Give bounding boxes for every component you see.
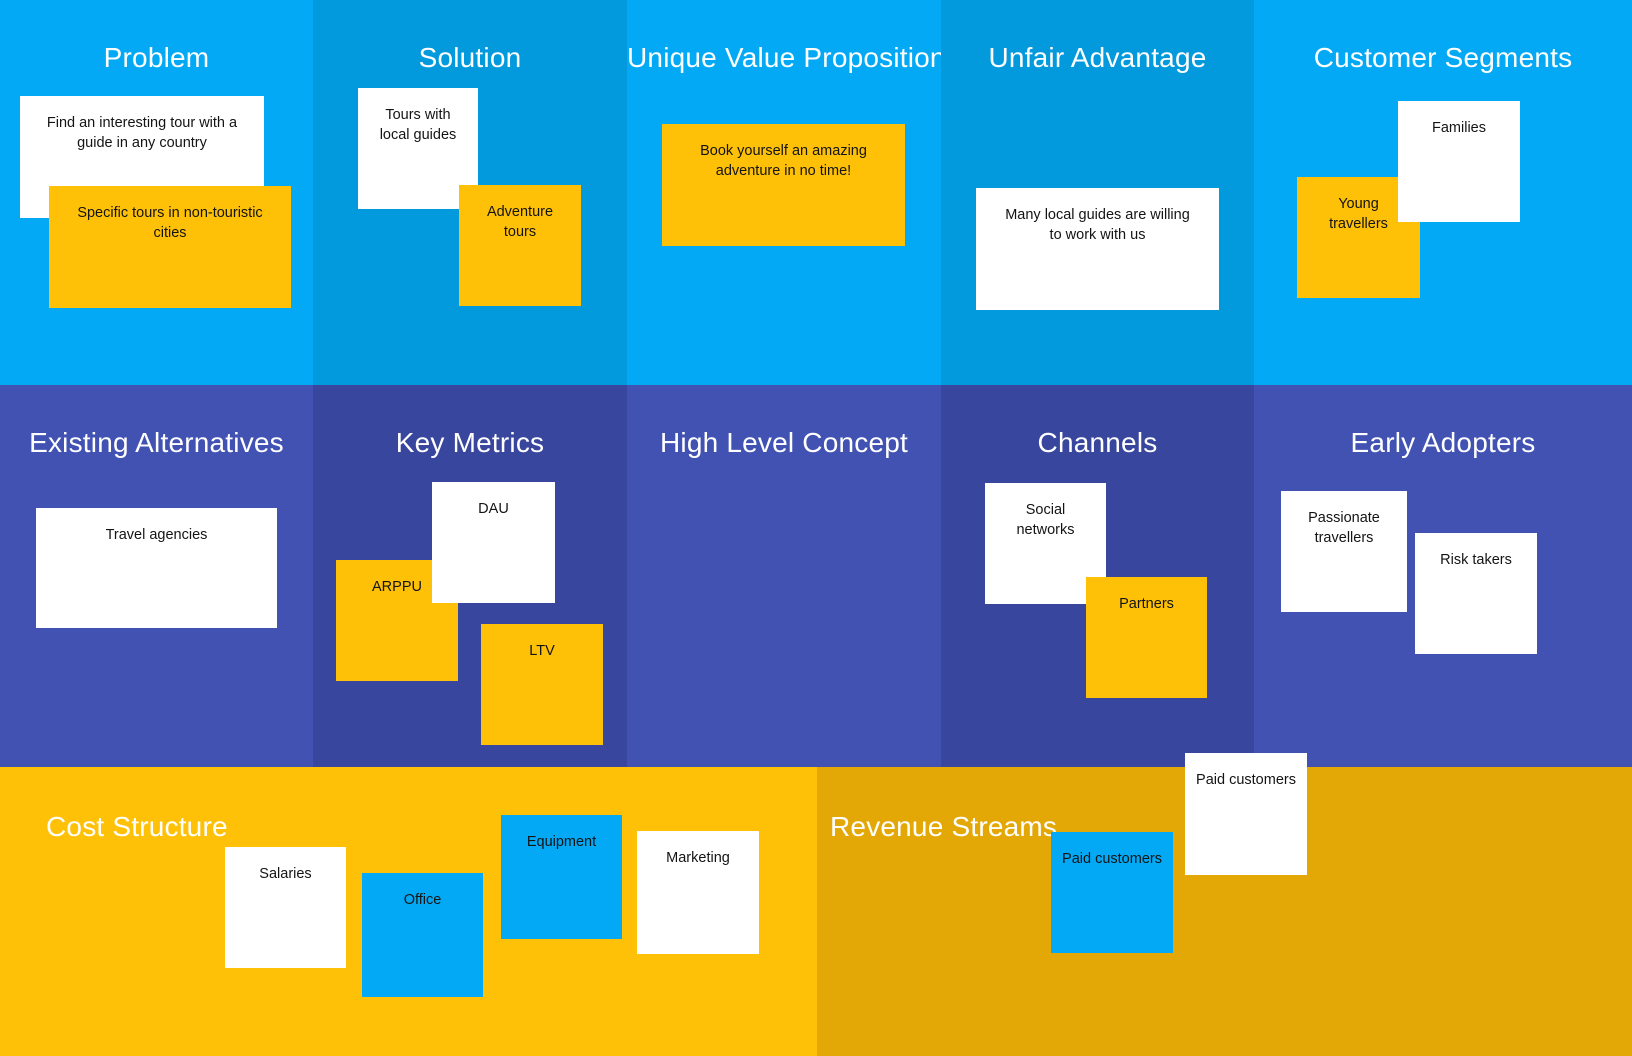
note-text: Adventure tours bbox=[486, 204, 554, 240]
panel-title-high-level-concept: High Level Concept bbox=[660, 427, 908, 458]
panel-title-existing-alternatives: Existing Alternatives bbox=[29, 427, 284, 458]
panel-title-problem: Problem bbox=[103, 42, 210, 73]
note-card[interactable]: Passionate travellers bbox=[1281, 491, 1407, 612]
note-text: Office bbox=[403, 892, 442, 908]
note-text: Partners bbox=[1119, 596, 1174, 612]
note-text: Book yourself an amazing adventure in no… bbox=[700, 143, 867, 179]
note-text: Paid customers bbox=[1196, 772, 1296, 788]
note-card[interactable]: Paid customers bbox=[1051, 832, 1173, 953]
panel-title-early-adopters: Early Adopters bbox=[1350, 427, 1536, 458]
note-card[interactable]: Families bbox=[1398, 101, 1520, 222]
note-text: Social networks bbox=[1016, 502, 1075, 538]
note-card[interactable]: Paid customers bbox=[1185, 753, 1307, 875]
note-card[interactable]: Partners bbox=[1086, 577, 1207, 698]
panel-title-unfair-advantage: Unfair Advantage bbox=[988, 42, 1207, 73]
note-card[interactable]: Book yourself an amazing adventure in no… bbox=[662, 124, 905, 246]
note-card[interactable]: Office bbox=[362, 873, 483, 997]
panel-title-customer-segments: Customer Segments bbox=[1313, 42, 1573, 73]
panel-title-cost-structure: Cost Structure bbox=[46, 811, 228, 842]
panel-title-revenue-streams: Revenue Streams bbox=[830, 811, 1058, 842]
note-card[interactable]: LTV bbox=[481, 624, 603, 745]
lean-canvas-board: Problem Solution Unique Value Propositio… bbox=[0, 0, 1632, 1056]
note-card[interactable]: Marketing bbox=[637, 831, 759, 954]
panel-title-channels: Channels bbox=[1037, 427, 1158, 458]
note-card[interactable]: Travel agencies bbox=[36, 508, 277, 628]
note-card[interactable]: Adventure tours bbox=[459, 185, 581, 306]
note-card[interactable]: Equipment bbox=[501, 815, 622, 939]
note-text: Risk takers bbox=[1440, 552, 1512, 568]
note-text: Tours with local guides bbox=[379, 107, 457, 143]
panel-title-key-metrics: Key Metrics bbox=[395, 427, 545, 458]
note-text: Paid customers bbox=[1062, 851, 1162, 867]
note-card[interactable]: DAU bbox=[432, 482, 555, 603]
panel-title-solution: Solution bbox=[418, 42, 522, 73]
note-text: DAU bbox=[478, 501, 509, 517]
note-card[interactable]: Many local guides are willing to work wi… bbox=[976, 188, 1219, 310]
note-card[interactable]: Risk takers bbox=[1415, 533, 1537, 654]
note-text: Marketing bbox=[666, 850, 730, 866]
note-text: Specific tours in non-touristic cities bbox=[77, 205, 263, 241]
note-text: Salaries bbox=[259, 866, 312, 882]
note-card[interactable]: Salaries bbox=[225, 847, 346, 968]
note-card[interactable]: Specific tours in non-touristic cities bbox=[49, 186, 291, 308]
note-text: Many local guides are willing to work wi… bbox=[1005, 207, 1190, 243]
note-text: LTV bbox=[529, 643, 555, 659]
note-text: Families bbox=[1432, 120, 1486, 136]
note-text: Passionate travellers bbox=[1308, 510, 1380, 546]
panel-title-unique-value-proposition: Unique Value Proposition bbox=[627, 42, 946, 73]
note-text: Travel agencies bbox=[105, 527, 208, 543]
note-text: Young travellers bbox=[1329, 196, 1388, 232]
note-text: Equipment bbox=[526, 834, 597, 850]
panel-high-level-concept[interactable]: High Level Concept bbox=[627, 385, 941, 767]
